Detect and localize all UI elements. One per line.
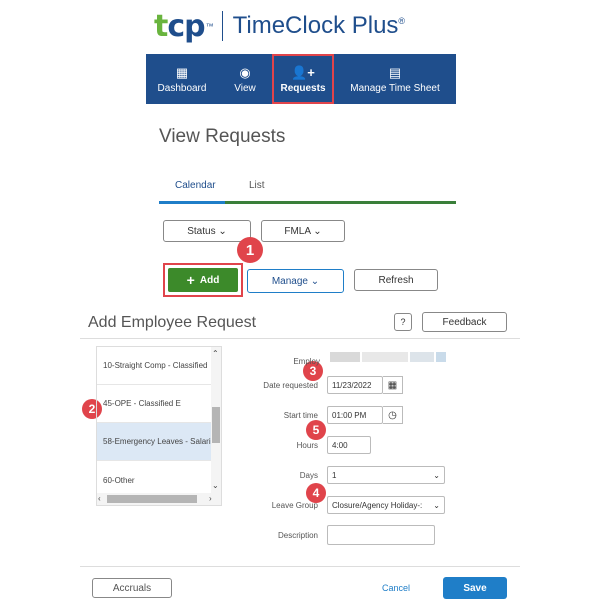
product-name: TimeClock Plus® (232, 12, 406, 39)
page-title: View Requests (159, 126, 286, 147)
panel-divider (80, 338, 520, 339)
add-highlight: + Add (163, 263, 243, 297)
tab-calendar[interactable]: Calendar (175, 180, 216, 191)
leave-group-label: Leave Group (271, 501, 318, 510)
status-filter[interactable]: Status ⌄ (163, 220, 251, 242)
step-marker-1: 1 (237, 237, 263, 263)
step-marker-4: 4 (306, 483, 326, 503)
employee-name-redacted (436, 352, 446, 362)
employee-label: Employ (293, 357, 320, 366)
employee-name-redacted (410, 352, 434, 362)
scroll-left-icon[interactable]: ‹ (98, 494, 101, 503)
save-button[interactable]: Save (443, 577, 507, 599)
date-requested-input[interactable]: 11/23/2022 (327, 376, 383, 394)
chevron-down-icon: ⌄ (433, 500, 440, 510)
description-label: Description (277, 531, 318, 540)
days-select[interactable]: 1 ⌄ (327, 466, 445, 484)
list-item[interactable]: 10-Straight Comp - Classified (97, 347, 212, 385)
leave-group-select-value: Closure/Agency Holiday-: (332, 500, 423, 510)
start-time-input[interactable]: 01:00 PM (327, 406, 383, 424)
nav-requests-label: Requests (280, 82, 326, 94)
list-vertical-scrollbar[interactable]: ⌃ ⌄ (211, 347, 221, 493)
start-time-label: Start time (283, 411, 318, 420)
clock-icon[interactable]: ◷ (383, 406, 403, 424)
fmla-filter[interactable]: FMLA ⌄ (261, 220, 345, 242)
leave-type-list[interactable]: 10-Straight Comp - Classified 45-OPE - C… (96, 346, 222, 506)
dashboard-grid-icon: ▦ (175, 64, 189, 80)
step-marker-5: 5 (306, 420, 326, 440)
scroll-right-icon[interactable]: › (209, 494, 212, 503)
logo-mark: tcp (154, 8, 206, 44)
horizontal-scroll-thumb[interactable] (107, 495, 197, 503)
nav-dashboard[interactable]: ▦ Dashboard (146, 54, 218, 104)
nav-dashboard-label: Dashboard (157, 82, 207, 94)
add-button[interactable]: + Add (168, 268, 238, 292)
tcp-logo: tcp ™ TimeClock Plus® (154, 6, 405, 46)
logo-separator (221, 11, 223, 41)
vertical-scroll-thumb[interactable] (212, 407, 220, 443)
manage-button[interactable]: Manage ⌄ (247, 269, 344, 293)
scroll-down-icon[interactable]: ⌄ (212, 481, 219, 490)
refresh-button[interactable]: Refresh (354, 269, 438, 291)
tab-list[interactable]: List (249, 180, 265, 191)
main-nav: ▦ Dashboard ◉ View 👤+ Requests ▤ Manage … (146, 54, 456, 104)
timesheet-icon: ▤ (388, 64, 402, 80)
add-button-label: Add (199, 274, 220, 286)
date-requested-label: Date requested (263, 381, 318, 390)
days-select-value: 1 (332, 470, 337, 480)
hours-label: Hours (296, 441, 318, 450)
add-employee-request-title: Add Employee Request (88, 314, 257, 331)
accruals-button[interactable]: Accruals (92, 578, 172, 598)
list-item-selected[interactable]: 58-Emergency Leaves - Salaried (97, 423, 212, 461)
plus-icon: + (186, 272, 195, 288)
nav-manage-time-sheet[interactable]: ▤ Manage Time Sheet (334, 54, 456, 104)
footer-divider (80, 566, 520, 567)
nav-view[interactable]: ◉ View (218, 54, 272, 104)
nav-requests[interactable]: 👤+ Requests (272, 54, 334, 104)
feedback-button[interactable]: Feedback (422, 312, 507, 332)
cancel-link[interactable]: Cancel (382, 583, 410, 593)
days-label: Days (299, 471, 318, 480)
chevron-down-icon: ⌄ (433, 470, 440, 480)
active-tab-indicator (159, 201, 225, 204)
description-input[interactable] (327, 525, 435, 545)
eye-icon: ◉ (239, 64, 251, 80)
logo-tm: ™ (205, 21, 214, 31)
employee-name-redacted (362, 352, 408, 362)
calendar-icon[interactable]: ▦ (383, 376, 403, 394)
employee-name-redacted (330, 352, 360, 362)
view-tabs: Calendar List (159, 176, 456, 204)
scroll-up-icon[interactable]: ⌃ (212, 349, 219, 358)
hours-input[interactable]: 4:00 (327, 436, 371, 454)
leave-group-select[interactable]: Closure/Agency Holiday-: ⌄ (327, 496, 445, 514)
list-horizontal-scrollbar[interactable]: ‹ › (97, 493, 221, 505)
list-item[interactable]: 45-OPE - Classified E (97, 385, 212, 423)
nav-view-label: View (234, 82, 256, 94)
add-user-icon: 👤+ (291, 64, 315, 80)
nav-manage-time-sheet-label: Manage Time Sheet (350, 82, 440, 94)
help-button[interactable]: ? (394, 313, 412, 331)
